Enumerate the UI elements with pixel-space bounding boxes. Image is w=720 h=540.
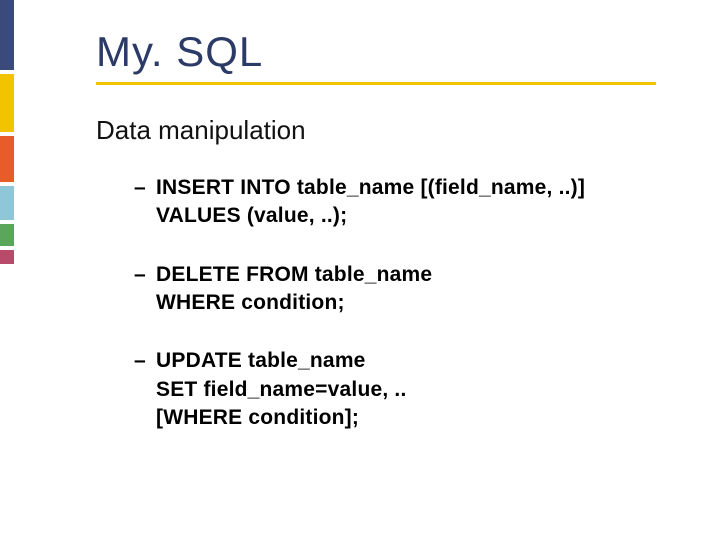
dash-icon: – bbox=[134, 347, 156, 375]
list-item: – INSERT INTO table_name [(field_name, .… bbox=[134, 174, 680, 231]
bullet-list: – INSERT INTO table_name [(field_name, .… bbox=[134, 174, 680, 432]
section-heading: Data manipulation bbox=[96, 115, 680, 146]
title-underline bbox=[96, 82, 656, 85]
stripe bbox=[0, 74, 14, 132]
slide: My. SQL Data manipulation – INSERT INTO … bbox=[0, 0, 720, 540]
stripe bbox=[0, 186, 14, 220]
stripe bbox=[0, 250, 14, 264]
list-item: – DELETE FROM table_name WHERE condition… bbox=[134, 261, 680, 318]
list-item-text: DELETE FROM table_name WHERE condition; bbox=[156, 261, 432, 318]
list-item: – UPDATE table_name SET field_name=value… bbox=[134, 347, 680, 432]
stripe bbox=[0, 136, 14, 182]
list-item-text: UPDATE table_name SET field_name=value, … bbox=[156, 347, 406, 432]
page-title: My. SQL bbox=[96, 28, 680, 76]
dash-icon: – bbox=[134, 261, 156, 289]
list-item-text: INSERT INTO table_name [(field_name, ..)… bbox=[156, 174, 585, 231]
stripe bbox=[0, 224, 14, 246]
dash-icon: – bbox=[134, 174, 156, 202]
stripe bbox=[0, 0, 14, 70]
